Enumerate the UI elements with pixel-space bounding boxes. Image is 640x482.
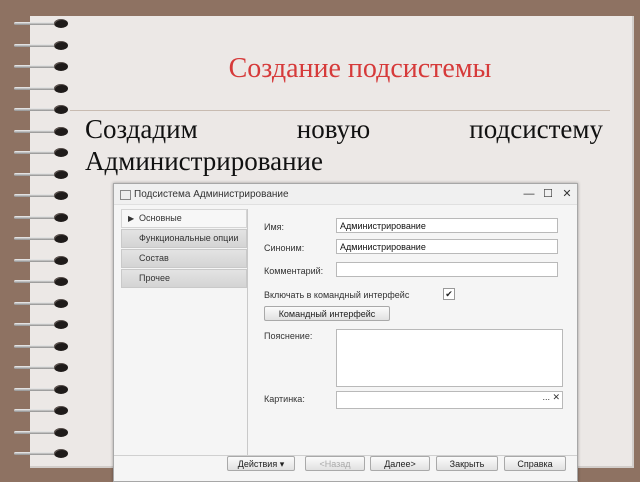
binding-ring: [14, 18, 70, 30]
actions-button[interactable]: Действия ▾: [227, 456, 295, 471]
binding-ring: [14, 276, 70, 288]
binding-ring: [14, 169, 70, 181]
minimize-icon[interactable]: —: [522, 186, 536, 202]
binding-ring: [14, 384, 70, 396]
binding-ring: [14, 104, 70, 116]
comment-field[interactable]: [336, 262, 558, 277]
binding-ring: [14, 448, 70, 460]
binding-ring: [14, 126, 70, 138]
binding-ring: [14, 233, 70, 245]
tab-label: Функциональные опции: [139, 233, 239, 243]
picture-field[interactable]: ... ✕: [336, 391, 563, 409]
include-command-interface-checkbox[interactable]: ✔: [443, 288, 455, 300]
name-field[interactable]: Администрирование: [336, 218, 558, 233]
binding-ring: [14, 298, 70, 310]
tab-composition[interactable]: Состав: [121, 249, 247, 268]
explanation-field[interactable]: [336, 329, 563, 387]
include-command-interface-label: Включать в командный интерфейс: [264, 290, 410, 300]
active-tab-arrow-icon: ▶: [128, 214, 135, 223]
synonym-field[interactable]: Администрирование: [336, 239, 558, 254]
slide-body-text: Создадим новую подсистему Администрирова…: [85, 114, 603, 176]
picture-label: Картинка:: [264, 394, 305, 404]
explanation-label: Пояснение:: [264, 331, 313, 341]
slide-title: Создание подсистемы: [228, 53, 492, 84]
sidebar-divider: [247, 209, 248, 455]
name-label: Имя:: [264, 222, 285, 232]
binding-ring: [14, 255, 70, 267]
picture-select-clear-buttons[interactable]: ... ✕: [542, 392, 560, 403]
synonym-label: Синоним:: [264, 243, 305, 253]
dialog-titlebar: Подсистема Администрирование — ☐ ✕: [114, 184, 577, 205]
binding-ring: [14, 341, 70, 353]
subsystem-dialog: Подсистема Администрирование — ☐ ✕ ▶ Осн…: [113, 183, 578, 482]
binding-ring: [14, 147, 70, 159]
binding-ring: [14, 405, 70, 417]
close-icon[interactable]: ✕: [560, 186, 574, 202]
back-button[interactable]: <Назад: [305, 456, 365, 471]
binding-ring: [14, 61, 70, 73]
window-icon: [120, 190, 131, 200]
dialog-sidebar: ▶ Основные Функциональные опции Состав П…: [121, 209, 247, 289]
command-interface-button[interactable]: Командный интерфейс: [264, 306, 390, 321]
help-button[interactable]: Справка: [504, 456, 566, 471]
binding-ring: [14, 362, 70, 374]
binding-ring: [14, 83, 70, 95]
tab-label: Прочее: [139, 273, 170, 283]
binding-ring: [14, 212, 70, 224]
binding-ring: [14, 427, 70, 439]
comment-label: Комментарий:: [264, 266, 324, 276]
title-divider: [70, 110, 610, 111]
tab-label: Состав: [139, 253, 169, 263]
tab-label: Основные: [139, 213, 182, 223]
binding-ring: [14, 190, 70, 202]
binding-ring: [14, 40, 70, 52]
tab-main[interactable]: ▶ Основные: [121, 209, 247, 228]
tab-other[interactable]: Прочее: [121, 269, 247, 288]
binding-ring: [14, 319, 70, 331]
tab-functional-options[interactable]: Функциональные опции: [121, 229, 247, 248]
next-button[interactable]: Далее>: [370, 456, 430, 471]
maximize-icon[interactable]: ☐: [541, 186, 555, 202]
close-button[interactable]: Закрыть: [436, 456, 498, 471]
dialog-title: Подсистема Администрирование: [134, 189, 289, 200]
